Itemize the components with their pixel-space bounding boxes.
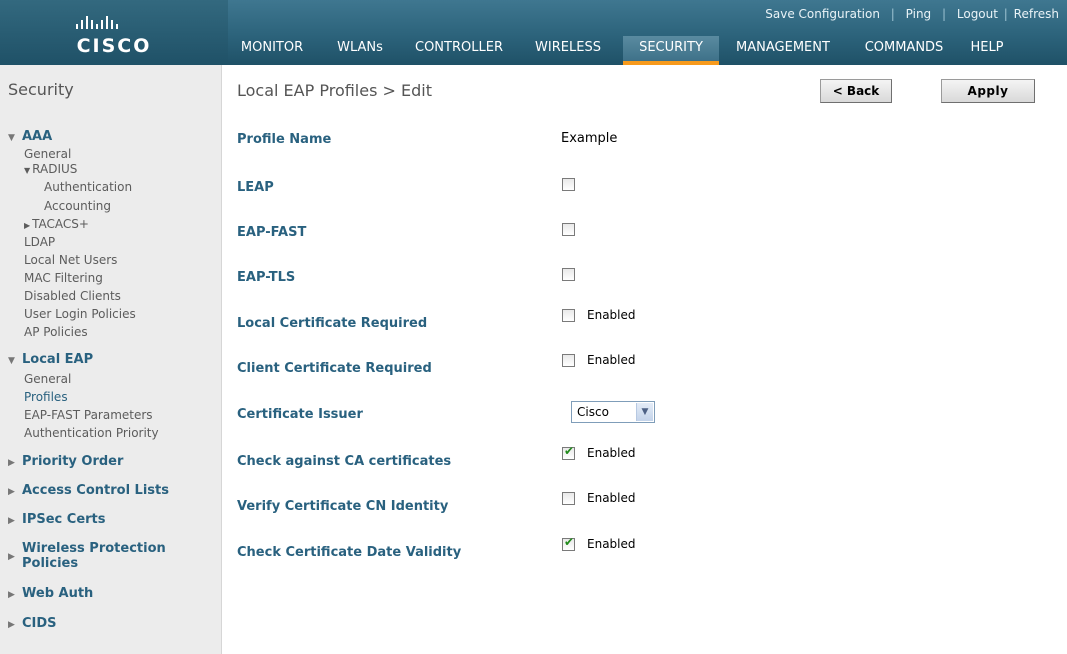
sidebar-group-aaa[interactable]: ▼ AAA [8, 129, 52, 144]
sidebar: Security ▼ AAA General ▼ RADIUS Authentica… [0, 65, 222, 654]
menu-wireless[interactable]: WIRELESS [522, 36, 614, 65]
local-certificate-enabled-text: Enabled [587, 308, 636, 322]
local-certificate-required-label: Local Certificate Required [237, 316, 428, 331]
sidebar-item-ldap[interactable]: LDAP [24, 235, 55, 250]
sidebar-item-tacacs[interactable]: ▶ TACACS+ [24, 217, 89, 233]
save-configuration-link[interactable]: Save Configuration [765, 7, 880, 21]
menu-help[interactable]: HELP [959, 36, 1015, 65]
verify-cn-enabled-text: Enabled [587, 491, 636, 505]
menu-wlans[interactable]: WLANs [316, 36, 404, 65]
leap-label: LEAP [237, 180, 274, 195]
check-date-enabled-text: Enabled [587, 537, 636, 551]
sidebar-item-aaa-general[interactable]: General [24, 147, 71, 162]
collapsed-triangle-icon: ▶ [8, 516, 15, 526]
menu-commands[interactable]: COMMANDS [852, 36, 956, 65]
row-verify-certificate-cn: Verify Certificate CN Identity Enabled [237, 491, 1057, 521]
row-certificate-issuer: Certificate Issuer Cisco ▼ [237, 401, 1057, 429]
sidebar-group-wireless-protection-policies[interactable]: ▶Wireless Protection Policies [8, 541, 166, 571]
collapsed-triangle-icon: ▶ [8, 458, 15, 468]
certificate-issuer-value: Cisco [577, 405, 609, 419]
sidebar-item-accounting[interactable]: Accounting [44, 199, 111, 213]
collapsed-triangle-icon: ▶ [8, 590, 15, 600]
expanded-triangle-icon: ▼ [8, 133, 15, 143]
menu-controller[interactable]: CONTROLLER [402, 36, 516, 65]
sidebar-group-access-control-lists[interactable]: ▶ Access Control Lists [8, 483, 169, 498]
leap-checkbox[interactable] [562, 178, 575, 191]
sidebar-group-cids[interactable]: ▶ CIDS [8, 616, 57, 631]
sidebar-group-ipsec-certs[interactable]: ▶ IPSec Certs [8, 512, 106, 527]
sidebar-item-profiles[interactable]: Profiles [24, 390, 68, 405]
checkmark-icon: ✔ [564, 535, 575, 549]
row-eap-fast: EAP-FAST [237, 219, 1057, 247]
collapsed-triangle-icon: ▶ [8, 487, 15, 497]
sidebar-item-disabled-clients[interactable]: Disabled Clients [24, 289, 121, 304]
menu-monitor[interactable]: MONITOR [228, 36, 316, 65]
eap-tls-label: EAP-TLS [237, 270, 296, 285]
collapsed-triangle-icon: ▶ [8, 620, 15, 630]
row-profile-name: Profile Name Example [237, 126, 1057, 154]
certificate-issuer-select[interactable]: Cisco ▼ [571, 401, 655, 423]
cisco-logo-icon [76, 14, 121, 29]
sidebar-group-priority-order[interactable]: ▶ Priority Order [8, 454, 123, 469]
menu-management[interactable]: MANAGEMENT [725, 36, 841, 65]
back-button[interactable]: < Back [820, 79, 892, 103]
local-certificate-required-checkbox[interactable] [562, 309, 575, 322]
sidebar-group-local-eap[interactable]: ▼ Local EAP [8, 352, 93, 367]
row-check-ca-certificates: Check against CA certificates ✔ Enabled [237, 444, 1057, 476]
check-ca-certificates-label: Check against CA certificates [237, 454, 452, 469]
row-local-certificate-required: Local Certificate Required Enabled [237, 308, 1057, 338]
menu-security[interactable]: SECURITY [623, 36, 719, 65]
verify-certificate-cn-label: Verify Certificate CN Identity [237, 499, 449, 514]
row-client-certificate-required: Client Certificate Required Enabled [237, 353, 1057, 383]
sidebar-group-web-auth[interactable]: ▶ Web Auth [8, 586, 93, 601]
eap-fast-label: EAP-FAST [237, 225, 307, 240]
client-certificate-required-label: Client Certificate Required [237, 361, 432, 376]
sidebar-item-authentication[interactable]: Authentication [44, 180, 132, 194]
page-title: Local EAP Profiles > Edit [237, 81, 432, 100]
sidebar-item-ap-policies[interactable]: AP Policies [24, 325, 88, 340]
sidebar-item-local-net-users[interactable]: Local Net Users [24, 253, 117, 268]
ping-link[interactable]: Ping [906, 7, 932, 21]
check-ca-certificates-checkbox[interactable]: ✔ [562, 444, 575, 460]
verify-certificate-cn-checkbox[interactable] [562, 492, 575, 505]
checkmark-icon: ✔ [564, 444, 575, 458]
collapsed-triangle-icon: ▶ [8, 552, 15, 562]
cisco-logo: CISCO [0, 0, 228, 65]
eap-tls-checkbox[interactable] [562, 268, 575, 281]
expanded-triangle-icon: ▼ [24, 166, 31, 175]
row-eap-tls: EAP-TLS [237, 264, 1057, 292]
main-content: Local EAP Profiles > Edit < Back Apply P… [222, 65, 1067, 654]
sidebar-item-radius[interactable]: ▼ RADIUS [24, 162, 77, 178]
sidebar-item-mac-filtering[interactable]: MAC Filtering [24, 271, 103, 286]
sidebar-item-user-login-policies[interactable]: User Login Policies [24, 307, 136, 322]
collapsed-triangle-icon: ▶ [24, 221, 31, 230]
top-header: CISCO Save Configuration | Ping | Logout… [0, 0, 1067, 65]
chevron-down-icon: ▼ [636, 403, 653, 421]
sidebar-item-local-eap-general[interactable]: General [24, 372, 71, 387]
cisco-logo-text: CISCO [76, 35, 152, 57]
top-links: Save Configuration | Ping | Logout | Ref… [765, 7, 1059, 21]
logout-link[interactable]: Logout [957, 7, 998, 21]
eap-fast-checkbox[interactable] [562, 223, 575, 236]
check-certificate-date-label: Check Certificate Date Validity [237, 545, 462, 560]
apply-button[interactable]: Apply [941, 79, 1035, 103]
sidebar-title: Security [8, 80, 74, 99]
profile-name-label: Profile Name [237, 132, 332, 147]
client-certificate-required-checkbox[interactable] [562, 354, 575, 367]
check-ca-enabled-text: Enabled [587, 446, 636, 460]
client-certificate-enabled-text: Enabled [587, 353, 636, 367]
row-check-certificate-date: Check Certificate Date Validity ✔ Enable… [237, 535, 1057, 567]
refresh-link[interactable]: Refresh [1014, 7, 1059, 21]
sidebar-item-authentication-priority[interactable]: Authentication Priority [24, 426, 159, 441]
row-leap: LEAP [237, 174, 1057, 202]
expanded-triangle-icon: ▼ [8, 356, 15, 366]
certificate-issuer-label: Certificate Issuer [237, 407, 363, 422]
profile-name-value: Example [561, 131, 618, 146]
sidebar-item-eap-fast-parameters[interactable]: EAP-FAST Parameters [24, 408, 153, 423]
check-certificate-date-checkbox[interactable]: ✔ [562, 535, 575, 551]
